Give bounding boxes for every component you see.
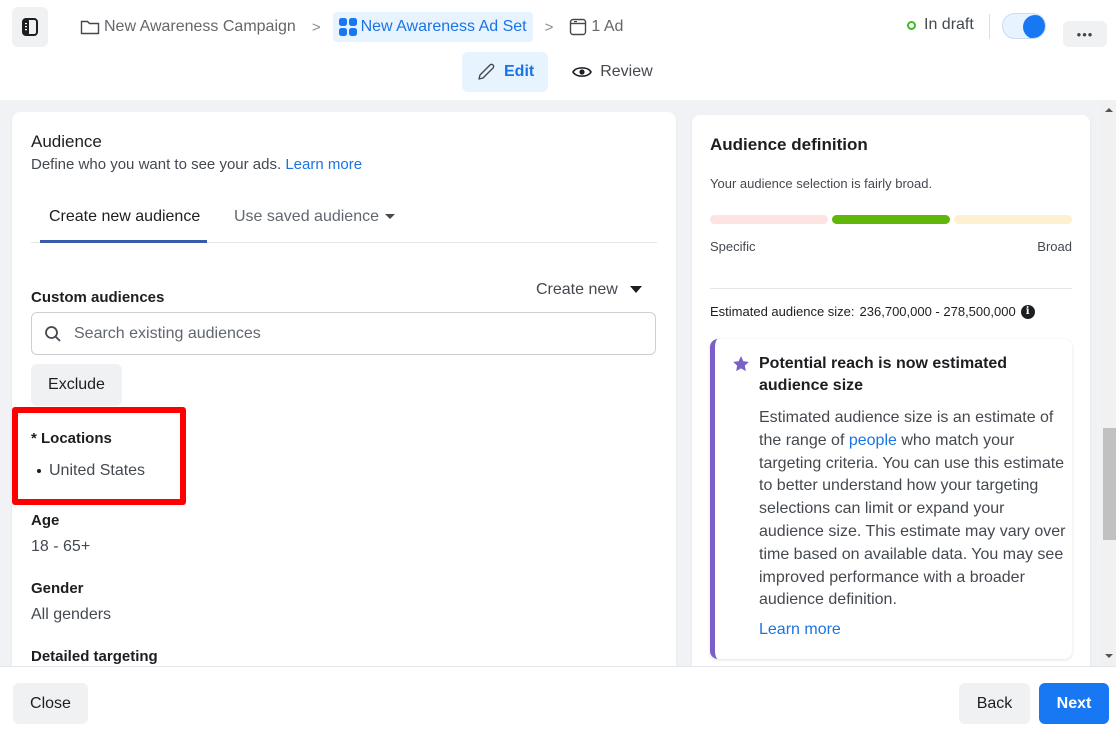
scrollbar[interactable] — [1101, 100, 1116, 666]
star-icon — [733, 356, 749, 372]
meter-labels: Specific Broad — [710, 239, 1072, 254]
location-item: United States — [49, 462, 146, 479]
caret-down-icon — [384, 214, 395, 220]
tab-edit[interactable]: Edit — [462, 52, 549, 92]
estimated-audience-size: Estimated audience size: 236,700,000 - 2… — [710, 304, 1035, 319]
bullet-icon — [37, 468, 41, 473]
breadcrumb-ad-set[interactable]: New Awareness Ad Set — [332, 12, 533, 42]
header: New Awareness Campaign > New Awareness A… — [0, 0, 1116, 100]
meter-min-label: Specific — [710, 239, 756, 254]
grid-icon — [338, 18, 357, 36]
more-options-button[interactable]: ••• — [1063, 21, 1107, 47]
gender-value: All genders — [31, 606, 112, 623]
folder-icon — [80, 20, 100, 35]
tab-review[interactable]: Review — [558, 52, 666, 92]
definition-summary: Your audience selection is fairly broad. — [710, 176, 933, 191]
definition-title: Audience definition — [710, 135, 868, 154]
search-audiences-input[interactable] — [74, 324, 634, 343]
callout-body-text: who match your targeting criteria. You c… — [759, 431, 1066, 609]
breadcrumb-campaign-label: New Awareness Campaign — [104, 18, 296, 35]
reach-callout: Potential reach is now estimated audienc… — [710, 339, 1072, 659]
back-button[interactable]: Back — [959, 683, 1030, 724]
status-badge: In draft — [907, 16, 974, 34]
footer: Close Back Next — [0, 666, 1116, 733]
search-audiences-field[interactable] — [31, 312, 656, 355]
sidebar-toggle-button[interactable] — [12, 7, 48, 47]
scrollbar-thumb[interactable] — [1103, 428, 1116, 540]
divider — [710, 288, 1072, 289]
status-dot-icon — [907, 20, 916, 30]
callout-learn-more-link[interactable]: Learn more — [759, 621, 841, 639]
meter-segment-fairly-broad — [832, 215, 950, 224]
sidebar-panel-icon — [22, 18, 38, 36]
divider — [989, 14, 990, 39]
status-text: In draft — [924, 16, 974, 33]
tab-use-saved-audience-label: Use saved audience — [234, 208, 379, 225]
breadcrumb-ad[interactable]: 1 Ad — [565, 12, 627, 42]
meter-segment-specific — [710, 215, 828, 224]
tab-create-new-audience[interactable]: Create new audience — [40, 208, 207, 243]
audience-definition-card: Audience definition Your audience select… — [692, 115, 1090, 666]
locations-label: * Locations — [31, 430, 112, 447]
audience-description-text: Define who you want to see your ads. — [31, 156, 282, 173]
chevron-right-icon: > — [311, 18, 321, 36]
search-icon — [45, 325, 61, 342]
audience-card: Audience Define who you want to see your… — [12, 112, 676, 666]
publish-toggle[interactable] — [1002, 13, 1046, 39]
close-button-label: Close — [30, 694, 71, 712]
breadcrumb: New Awareness Campaign > New Awareness A… — [76, 12, 627, 42]
back-button-label: Back — [976, 694, 1013, 712]
breadcrumb-campaign[interactable]: New Awareness Campaign — [76, 12, 300, 42]
pencil-icon — [478, 63, 495, 80]
next-button[interactable]: Next — [1039, 683, 1109, 724]
audience-title: Audience — [31, 132, 102, 151]
custom-audiences-label: Custom audiences — [31, 289, 165, 306]
breadcrumb-ad-label: 1 Ad — [591, 18, 624, 35]
estimated-size-value: 236,700,000 - 278,500,000 — [859, 304, 1016, 319]
locations-value: United States — [31, 462, 145, 480]
scroll-down-arrow-icon[interactable] — [1105, 654, 1113, 658]
eye-icon — [572, 67, 593, 77]
tab-create-new-audience-label: Create new audience — [49, 208, 201, 225]
breadcrumb-ad-set-label: New Awareness Ad Set — [360, 18, 527, 35]
age-label: Age — [31, 512, 60, 529]
people-link[interactable]: people — [849, 432, 897, 449]
ad-window-icon — [570, 18, 587, 36]
highlight-annotation-box — [12, 407, 186, 505]
meter-max-label: Broad — [1037, 239, 1072, 254]
main-content: Audience Define who you want to see your… — [0, 100, 1116, 666]
chevron-right-icon: > — [544, 18, 554, 36]
close-button[interactable]: Close — [13, 683, 88, 724]
callout-body: Estimated audience size is an estimate o… — [759, 407, 1069, 612]
create-new-label: Create new — [536, 281, 618, 298]
exclude-button[interactable]: Exclude — [31, 364, 122, 406]
caret-down-icon — [629, 286, 642, 294]
learn-more-link[interactable]: Learn more — [285, 156, 362, 173]
audience-breadth-meter — [710, 215, 1072, 225]
tab-review-label: Review — [600, 63, 653, 80]
mode-tabs: Edit Review — [462, 52, 667, 92]
scroll-up-arrow-icon[interactable] — [1105, 108, 1113, 112]
next-button-label: Next — [1056, 694, 1092, 712]
gender-label: Gender — [31, 580, 84, 597]
meter-segment-broad — [954, 215, 1072, 224]
age-value: 18 - 65+ — [31, 538, 91, 555]
callout-title: Potential reach is now estimated audienc… — [759, 355, 1008, 394]
more-icon: ••• — [1076, 26, 1094, 42]
estimated-size-label: Estimated audience size: — [710, 304, 855, 319]
audience-description: Define who you want to see your ads. Lea… — [31, 156, 362, 173]
detailed-targeting-label: Detailed targeting — [31, 648, 158, 665]
create-new-dropdown[interactable]: Create new — [536, 281, 642, 299]
audience-tabs: Create new audience Use saved audience — [31, 198, 657, 243]
info-icon[interactable]: i — [1020, 304, 1035, 319]
toggle-knob — [1023, 15, 1045, 38]
tab-use-saved-audience[interactable]: Use saved audience — [234, 208, 395, 243]
tab-edit-label: Edit — [504, 63, 535, 80]
exclude-button-label: Exclude — [48, 376, 105, 393]
